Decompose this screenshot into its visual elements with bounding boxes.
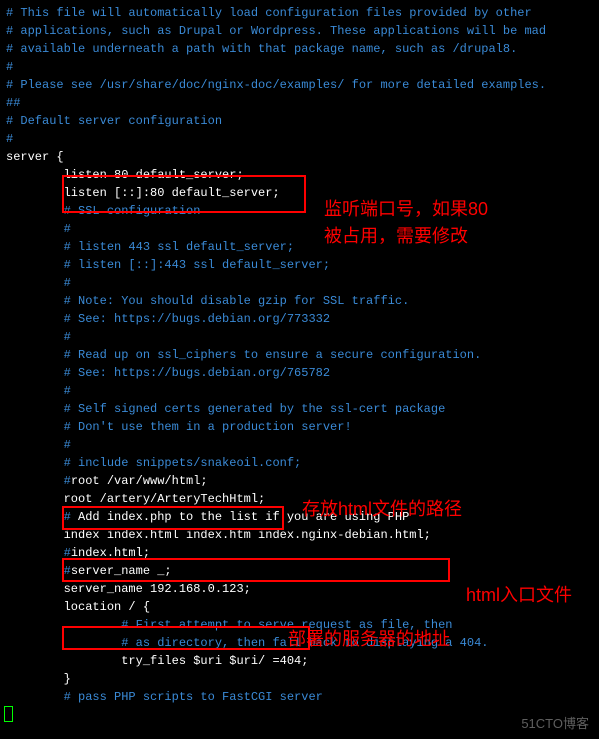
comment-line: # This file will automatically load conf…	[6, 4, 593, 22]
watermark: 51CTO博客	[521, 714, 589, 734]
server-open: server {	[6, 148, 593, 166]
comment-line: # See: https://bugs.debian.org/765782	[6, 364, 593, 382]
highlight-listen	[62, 175, 306, 213]
comment-line: #	[6, 382, 593, 400]
comment-line: # Don't use them in a production server!	[6, 418, 593, 436]
comment-line: # Note: You should disable gzip for SSL …	[6, 292, 593, 310]
comment-line: ##	[6, 94, 593, 112]
comment-line: #	[6, 436, 593, 454]
comment-line: #	[6, 130, 593, 148]
comment-line: # Please see /usr/share/doc/nginx-doc/ex…	[6, 76, 593, 94]
comment-line: # Read up on ssl_ciphers to ensure a sec…	[6, 346, 593, 364]
annotation-index: html入口文件	[466, 582, 599, 609]
comment-line: # Self signed certs generated by the ssl…	[6, 400, 593, 418]
highlight-root	[62, 506, 284, 530]
comment-line: # include snippets/snakeoil.conf;	[6, 454, 593, 472]
comment-line: #	[6, 274, 593, 292]
comment-line: # available underneath a path with that …	[6, 40, 593, 58]
annotation-root: 存放html文件的路径	[302, 496, 482, 523]
comment-line: # applications, such as Drupal or Wordpr…	[6, 22, 593, 40]
commented-root: #root /var/www/html;	[6, 472, 593, 490]
terminal-cursor	[4, 706, 13, 722]
tryfiles-directive: try_files $uri $uri/ =404;	[6, 652, 593, 670]
comment-line: # pass PHP scripts to FastCGI server	[6, 688, 593, 706]
comment-line: # See: https://bugs.debian.org/773332	[6, 310, 593, 328]
comment-line: # listen [::]:443 ssl default_server;	[6, 256, 593, 274]
location-close: }	[6, 670, 593, 688]
comment-line: #	[6, 58, 593, 76]
annotation-listen: 监听端口号，如果80被占用，需要修改	[324, 196, 504, 250]
highlight-servername	[62, 626, 310, 650]
comment-line: #	[6, 220, 593, 238]
comment-line: # listen 443 ssl default_server;	[6, 238, 593, 256]
highlight-index	[62, 558, 450, 582]
comment-line: #	[6, 328, 593, 346]
comment-line: # Default server configuration	[6, 112, 593, 130]
annotation-servername: 部署的服务器的地址	[288, 626, 508, 653]
